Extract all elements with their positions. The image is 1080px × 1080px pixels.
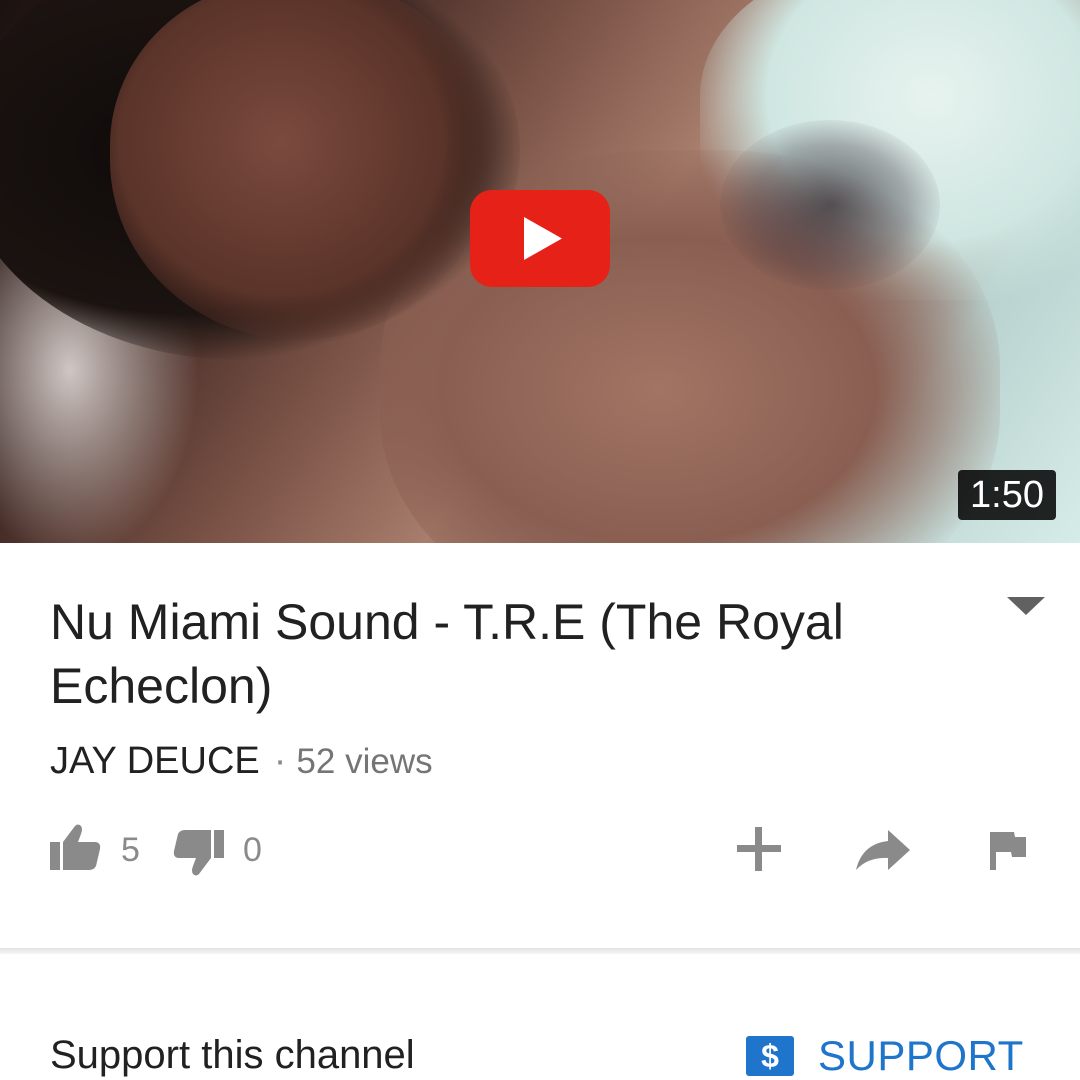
view-count: 52 views <box>296 742 433 781</box>
play-button-icon[interactable] <box>470 190 610 287</box>
support-button[interactable]: $ SUPPORT <box>746 1032 1024 1080</box>
video-thumbnail[interactable]: 1:50 <box>0 0 1080 543</box>
thumbnail-tattoo <box>720 120 940 290</box>
like-button-thumbs-up-icon[interactable] <box>48 822 102 872</box>
support-channel-label: Support this channel <box>50 1033 415 1077</box>
dislike-count: 0 <box>243 831 262 869</box>
support-button-label: SUPPORT <box>818 1032 1024 1079</box>
video-meta: JAY DEUCE · 52 views <box>50 738 433 785</box>
share-arrow-icon[interactable] <box>854 828 912 872</box>
video-duration-badge: 1:50 <box>958 470 1056 520</box>
report-flag-icon[interactable] <box>988 830 1028 872</box>
expand-description-chevron-down-icon[interactable] <box>1005 595 1047 617</box>
dislike-button-thumbs-down-icon[interactable] <box>172 828 226 878</box>
meta-separator: · <box>273 740 287 782</box>
add-to-playlist-plus-icon[interactable] <box>736 826 782 872</box>
like-count: 5 <box>121 831 140 869</box>
dollar-icon: $ <box>746 1036 794 1076</box>
section-divider <box>0 948 1080 954</box>
channel-name[interactable]: JAY DEUCE <box>50 740 260 782</box>
video-title: Nu Miami Sound - T.R.E (The Royal Echecl… <box>50 594 844 714</box>
